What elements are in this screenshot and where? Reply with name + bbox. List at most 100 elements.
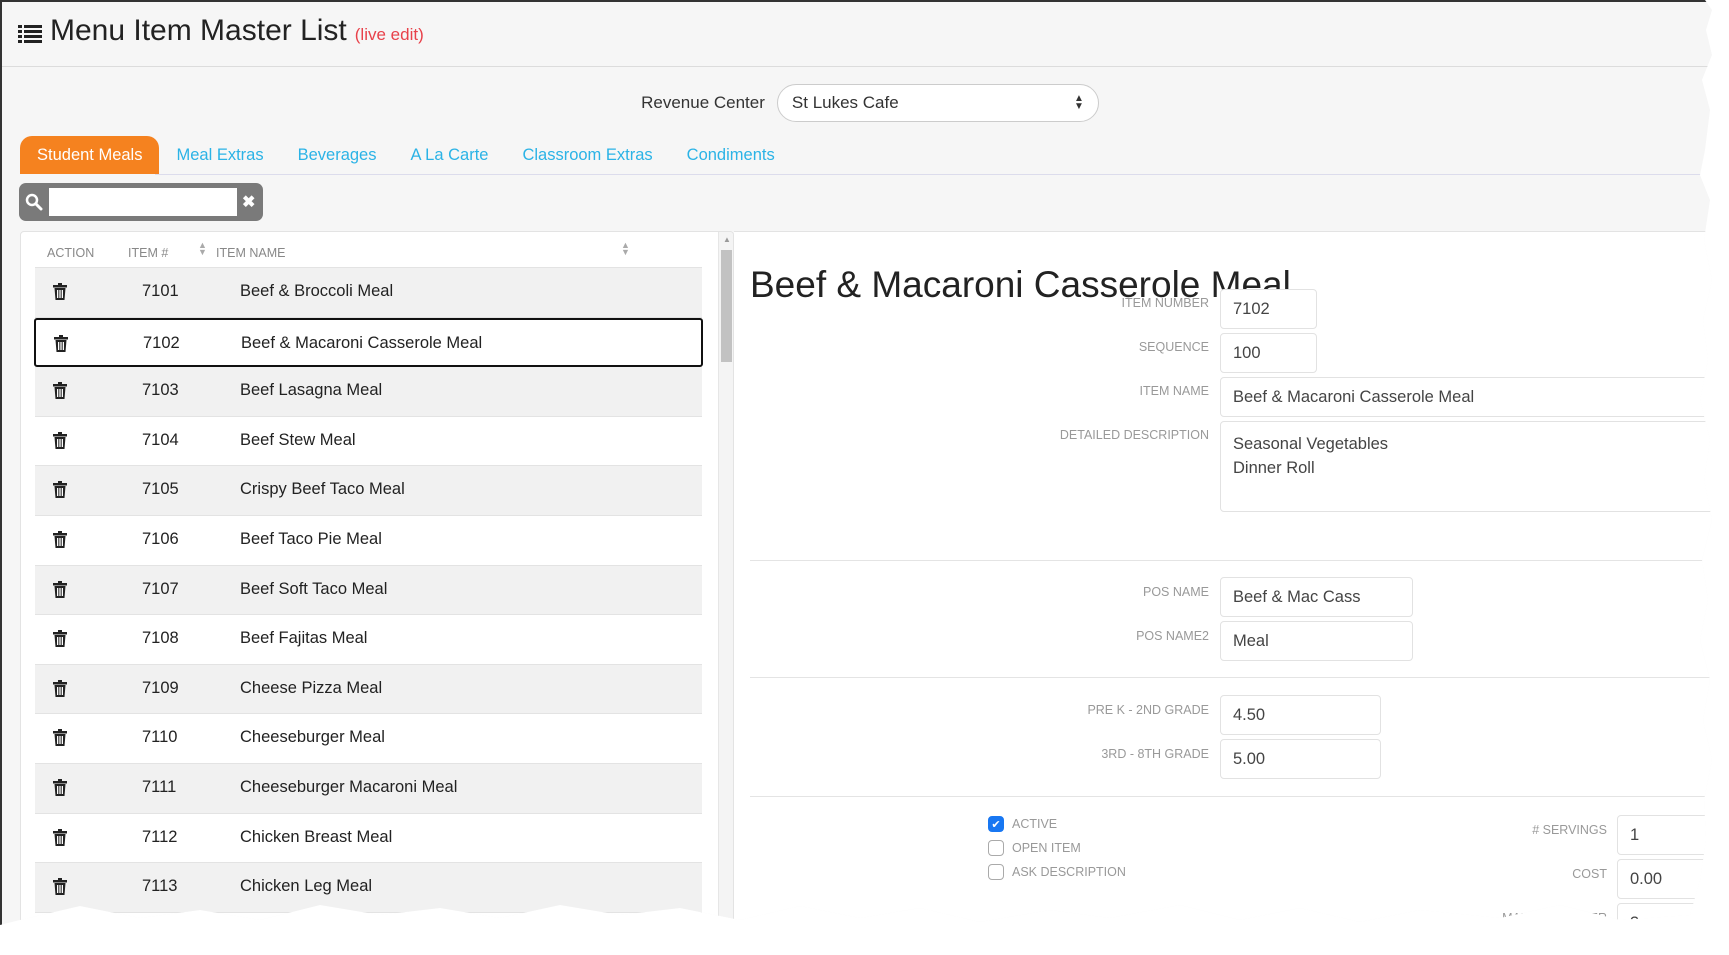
item-name: Cheeseburger Macaroni Meal bbox=[240, 777, 458, 796]
max-per-order-label: MAX PER ORDER bbox=[1502, 911, 1607, 925]
description-line: Seasonal Vegetables bbox=[1233, 435, 1389, 453]
item-name: Orange Chicken Meal bbox=[240, 927, 400, 935]
table-row[interactable]: 7102 Beef & Macaroni Casserole Meal bbox=[34, 317, 703, 368]
price-prek-2nd-label: PRE K - 2ND GRADE bbox=[1087, 703, 1209, 717]
tab-meal-extras[interactable]: Meal Extras bbox=[159, 136, 280, 174]
column-header-item-name[interactable]: ITEM NAME bbox=[216, 246, 285, 260]
section-divider bbox=[750, 677, 1712, 678]
item-name: Cheese Pizza Meal bbox=[240, 678, 383, 697]
clear-search-icon[interactable]: ✖ bbox=[242, 192, 255, 212]
item-number-field[interactable]: 7102 bbox=[1220, 289, 1317, 329]
trash-icon[interactable] bbox=[54, 334, 68, 352]
item-number: 7110 bbox=[142, 728, 178, 747]
table-row[interactable]: 7104 Beef Stew Meal bbox=[35, 417, 702, 467]
active-checkbox[interactable]: ✔ bbox=[988, 816, 1004, 832]
section-divider bbox=[750, 796, 1712, 797]
servings-label: # SERVINGS bbox=[1532, 823, 1607, 837]
trash-icon[interactable] bbox=[53, 828, 67, 846]
cost-field[interactable]: 0.00 bbox=[1617, 859, 1712, 899]
trash-icon[interactable] bbox=[53, 729, 67, 747]
list-scrollbar[interactable]: ▲ bbox=[718, 232, 733, 925]
revenue-center-label: Revenue Center bbox=[641, 93, 765, 112]
description-field[interactable]: Seasonal Vegetables Dinner Roll bbox=[1220, 421, 1712, 512]
tab-a-la-carte[interactable]: A La Carte bbox=[393, 136, 505, 174]
trash-icon[interactable] bbox=[53, 382, 67, 400]
item-number: 7111 bbox=[142, 777, 177, 796]
table-row[interactable]: 7103 Beef Lasagna Meal bbox=[35, 367, 702, 417]
ask-description-checkbox[interactable] bbox=[988, 864, 1004, 880]
pos-name2-field[interactable]: Meal bbox=[1220, 621, 1413, 661]
sort-icon[interactable]: ▲ ▼ bbox=[198, 241, 207, 257]
open-item-checkbox[interactable] bbox=[988, 840, 1004, 856]
price-prek-2nd-field[interactable]: 4.50 bbox=[1220, 695, 1381, 735]
ask-description-checkbox-row[interactable]: ASK DESCRIPTION bbox=[988, 864, 1126, 880]
item-number-label: ITEM NUMBER bbox=[1121, 296, 1210, 310]
list-icon bbox=[18, 25, 42, 43]
sequence-field[interactable]: 100 bbox=[1220, 333, 1317, 373]
table-row[interactable]: 7101 Beef & Broccoli Meal bbox=[35, 268, 702, 318]
table-row[interactable]: 7105 Crispy Beef Taco Meal bbox=[35, 466, 702, 516]
item-number: 7103 bbox=[142, 381, 179, 400]
revenue-center-select[interactable]: St Lukes Cafe ▲ ▼ bbox=[776, 84, 1099, 122]
description-line: Dinner Roll bbox=[1233, 459, 1315, 477]
table-header: ACTION ITEM # ▲ ▼ ITEM NAME ▲ ▼ bbox=[35, 232, 702, 268]
servings-field[interactable]: 1 bbox=[1617, 815, 1712, 855]
trash-icon[interactable] bbox=[53, 878, 67, 896]
trash-icon[interactable] bbox=[53, 530, 67, 548]
item-name-field[interactable]: Beef & Macaroni Casserole Meal bbox=[1220, 377, 1712, 417]
item-detail-panel: Beef & Macaroni Casserole Meal ITEM NUMB… bbox=[734, 231, 1712, 925]
category-tabs: Student Meals Meal Extras Beverages A La… bbox=[20, 136, 792, 174]
tab-beverages[interactable]: Beverages bbox=[281, 136, 394, 174]
trash-icon[interactable] bbox=[53, 431, 67, 449]
scroll-thumb[interactable] bbox=[721, 250, 732, 362]
table-row[interactable]: 7109 Cheese Pizza Meal bbox=[35, 664, 702, 715]
item-number: 7113 bbox=[142, 877, 178, 896]
tab-student-meals[interactable]: Student Meals bbox=[20, 136, 160, 174]
table-row[interactable]: 7110 Cheeseburger Meal bbox=[35, 714, 702, 764]
pos-name-field[interactable]: Beef & Mac Cass bbox=[1220, 577, 1413, 617]
tab-condiments[interactable]: Condiments bbox=[670, 136, 792, 174]
open-item-checkbox-row[interactable]: OPEN ITEM bbox=[988, 840, 1081, 856]
ask-description-label: ASK DESCRIPTION bbox=[1012, 865, 1126, 879]
item-number: 7112 bbox=[142, 827, 178, 846]
table-row[interactable]: 7107 Beef Soft Taco Meal bbox=[35, 565, 702, 616]
item-number: 7114 bbox=[142, 927, 177, 935]
sort-icon[interactable]: ▲ ▼ bbox=[621, 241, 630, 257]
item-name: Beef Taco Pie Meal bbox=[240, 529, 382, 548]
trash-icon[interactable] bbox=[53, 928, 67, 935]
column-header-action: ACTION bbox=[47, 246, 95, 260]
item-number: 7104 bbox=[142, 430, 179, 449]
trash-icon[interactable] bbox=[53, 580, 67, 598]
revenue-center-value: St Lukes Cafe bbox=[791, 93, 899, 112]
search-input[interactable] bbox=[49, 188, 237, 216]
table-row[interactable]: 7108 Beef Fajitas Meal bbox=[35, 615, 702, 665]
table-row[interactable]: 7113 Chicken Leg Meal bbox=[35, 863, 702, 913]
item-number: 7101 bbox=[142, 282, 179, 300]
scroll-up-icon[interactable]: ▲ bbox=[723, 235, 731, 244]
item-name: Beef & Macaroni Casserole Meal bbox=[241, 333, 483, 352]
active-checkbox-row[interactable]: ✔ ACTIVE bbox=[988, 816, 1057, 832]
header-divider bbox=[2, 66, 1712, 67]
trash-icon[interactable] bbox=[53, 778, 67, 796]
item-name: Crispy Beef Taco Meal bbox=[240, 480, 405, 499]
trash-icon[interactable] bbox=[53, 283, 67, 300]
table-row[interactable]: 7111 Cheeseburger Macaroni Meal bbox=[35, 763, 702, 814]
item-number: 7107 bbox=[142, 579, 179, 598]
tab-classroom-extras[interactable]: Classroom Extras bbox=[505, 136, 669, 174]
price-3rd-8th-field[interactable]: 5.00 bbox=[1220, 739, 1381, 779]
description-label: DETAILED DESCRIPTION bbox=[1059, 428, 1209, 442]
trash-icon[interactable] bbox=[53, 630, 67, 648]
column-header-item-number[interactable]: ITEM # bbox=[128, 246, 168, 260]
table-row[interactable]: 7112 Chicken Breast Meal bbox=[35, 814, 702, 864]
table-row[interactable]: 7106 Beef Taco Pie Meal bbox=[35, 516, 702, 566]
item-name: Beef Fajitas Meal bbox=[240, 629, 368, 648]
trash-icon[interactable] bbox=[53, 679, 67, 697]
table-row[interactable]: 7114 Orange Chicken Meal bbox=[35, 913, 702, 935]
item-number: 7102 bbox=[143, 333, 180, 352]
item-name: Cheeseburger Meal bbox=[240, 728, 385, 747]
item-number: 7106 bbox=[142, 529, 179, 548]
max-per-order-field[interactable]: 3 bbox=[1617, 903, 1712, 925]
trash-icon[interactable] bbox=[53, 481, 67, 499]
item-name-label: ITEM NAME bbox=[1139, 384, 1209, 398]
item-name: Beef Stew Meal bbox=[240, 430, 356, 449]
